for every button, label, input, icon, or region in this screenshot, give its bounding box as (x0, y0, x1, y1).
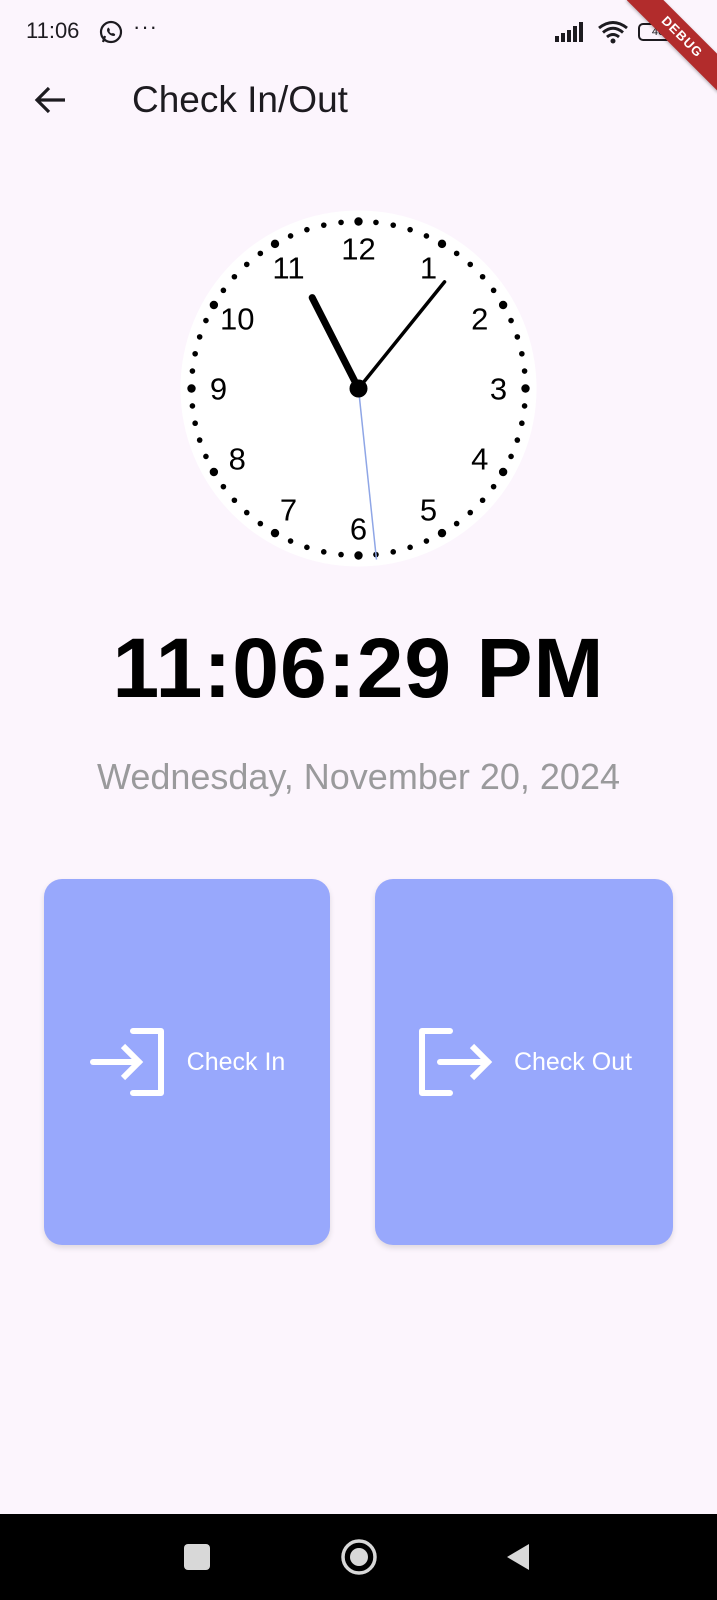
check-out-button[interactable]: Check Out (375, 879, 673, 1245)
clock-tick (514, 334, 521, 340)
clock-tick (189, 368, 196, 374)
clock-tick (270, 528, 280, 538)
clock-tick (467, 509, 474, 516)
clock-tick (220, 483, 227, 490)
clock-tick (270, 239, 280, 249)
clock-tick (453, 250, 460, 257)
status-bar: 11:06 ··· 46 DEBUG (0, 0, 717, 93)
clock-number: 12 (341, 232, 375, 267)
arrow-left-icon (34, 86, 65, 114)
clock-center-pin (349, 379, 368, 398)
clock-number: 9 (210, 372, 227, 407)
more-notifications-icon: ··· (133, 14, 158, 39)
home-button[interactable] (340, 1538, 378, 1576)
clock-tick (508, 317, 514, 324)
check-out-label: Check Out (513, 1047, 633, 1076)
clock-tick (320, 549, 327, 555)
clock-tick (498, 300, 508, 310)
clock-number: 11 (272, 250, 304, 285)
signal-icon (555, 22, 583, 42)
clock-tick (304, 544, 310, 551)
clock-tick (437, 528, 447, 538)
clock-tick (338, 219, 344, 226)
clock-tick (209, 467, 219, 477)
clock-number: 1 (420, 250, 437, 285)
recent-apps-button[interactable] (184, 1544, 210, 1570)
clock-tick (189, 403, 196, 409)
system-navigation-bar (0, 1514, 717, 1600)
clock-tick (519, 350, 525, 357)
check-in-out-screen: 11:06 ··· 46 DEBUG (0, 0, 717, 1600)
clock-tick (498, 467, 508, 477)
clock-tick (338, 551, 344, 558)
status-time: 11:06 (26, 18, 80, 43)
clock-number: 5 (420, 493, 437, 528)
clock-tick (320, 222, 327, 228)
clock-tick (354, 217, 363, 226)
clock-tick (192, 350, 198, 357)
clock-tick (390, 222, 397, 228)
system-back-button[interactable] (505, 1542, 531, 1572)
clock-tick (437, 239, 447, 249)
check-in-label: Check In (186, 1047, 286, 1076)
clock-tick (521, 368, 528, 374)
clock-tick (231, 497, 238, 504)
login-icon (89, 1028, 164, 1096)
clock-tick (423, 233, 430, 239)
clock-tick (521, 403, 528, 409)
clock-tick (231, 273, 238, 280)
clock-number: 8 (229, 442, 246, 477)
clock-tick (373, 219, 379, 226)
clock-tick (192, 420, 198, 427)
digital-time: 11:06:29 PM (112, 621, 605, 715)
clock-number: 3 (490, 372, 507, 407)
whatsapp-icon (99, 20, 123, 44)
clock-tick (243, 509, 250, 516)
clock-number: 7 (280, 493, 297, 528)
clock-tick (257, 250, 264, 257)
clock-tick (257, 520, 264, 527)
clock-tick (304, 226, 310, 233)
clock-tick (514, 437, 521, 443)
clock-tick (407, 226, 413, 233)
clock-tick (423, 538, 430, 544)
clock-tick (453, 520, 460, 527)
clock-tick (196, 437, 203, 443)
clock-tick (203, 317, 209, 324)
clock-tick (407, 544, 413, 551)
clock-tick (287, 233, 294, 239)
clock-tick (508, 453, 514, 460)
clock-tick (203, 453, 209, 460)
clock-face: 121234567891011 (180, 210, 537, 567)
clock-tick (187, 384, 196, 393)
clock-tick (220, 287, 227, 294)
clock-number: 10 (220, 302, 254, 337)
wifi-icon (598, 21, 628, 44)
clock-tick (519, 420, 525, 427)
clock-tick (479, 497, 486, 504)
clock-tick (209, 300, 219, 310)
check-in-button[interactable]: Check In (44, 879, 330, 1245)
clock-tick (354, 551, 363, 560)
analog-clock: 12 1 2 3 4 5 6 7 8 9 10 11 (180, 210, 537, 567)
clock-tick (243, 261, 250, 268)
clock-tick (390, 549, 397, 555)
app-bar: Check In/Out (0, 64, 717, 136)
back-button[interactable] (28, 78, 72, 122)
clock-tick (467, 261, 474, 268)
clock-number: 6 (350, 512, 367, 547)
clock-tick (490, 287, 497, 294)
current-date: Wednesday, November 20, 2024 (97, 756, 620, 797)
clock-number: 2 (471, 302, 488, 337)
clock-tick (490, 483, 497, 490)
clock-tick (196, 334, 203, 340)
logout-icon (418, 1028, 493, 1096)
clock-tick (287, 538, 294, 544)
clock-tick (479, 273, 486, 280)
clock-tick (521, 384, 530, 393)
clock-number: 4 (471, 442, 488, 477)
page-title: Check In/Out (132, 79, 348, 120)
